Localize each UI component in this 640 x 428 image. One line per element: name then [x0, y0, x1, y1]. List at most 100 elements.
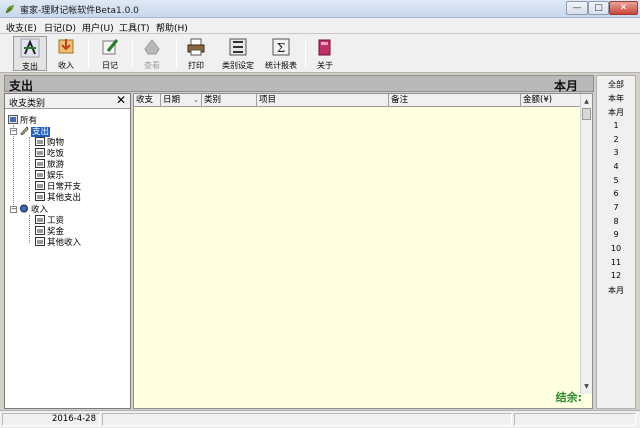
period-month-4[interactable]: 4 [597, 162, 635, 171]
category-item-icon [35, 181, 45, 190]
svg-text:Σ: Σ [277, 41, 285, 55]
period-month-2[interactable]: 2 [597, 135, 635, 144]
tree-item-dining[interactable]: 吃饭 [35, 148, 64, 159]
column-header-item[interactable]: 项目 [257, 94, 389, 107]
tree-item-salary[interactable]: 工资 [35, 215, 64, 226]
income-button[interactable]: 收入 [50, 36, 82, 71]
tree-item-label: 奖金 [47, 227, 65, 237]
print-icon [187, 38, 205, 56]
period-current-month[interactable]: 本月 [597, 285, 635, 296]
period-month-11[interactable]: 11 [597, 258, 635, 267]
period-month-1[interactable]: 1 [597, 121, 635, 130]
tree-item-shopping[interactable]: 购物 [35, 137, 64, 148]
period-month-6[interactable]: 6 [597, 189, 635, 198]
menu-diary[interactable]: 日记(D) [44, 21, 76, 34]
category-item-icon [35, 170, 45, 179]
period-month-9[interactable]: 9 [597, 230, 635, 239]
period-list: 全部 本年 本月 1 2 3 4 5 6 7 8 9 10 11 12 本月 [596, 75, 636, 409]
toolbar: 支出 收入 日记 查看 打印 类别设定 Σ 统计报表 关于 [0, 34, 640, 73]
period-month-12[interactable]: 12 [597, 271, 635, 280]
maximize-button[interactable]: □ [588, 1, 609, 15]
view-button[interactable]: 查看 [136, 36, 168, 71]
column-header-date-label: 日期 [163, 95, 181, 105]
records-table[interactable]: 收支 日期 ⌄ 类别 项目 备注 金额(¥) ▲ ▼ 结余: [133, 93, 593, 409]
scroll-down-arrow-icon[interactable]: ▼ [581, 381, 592, 392]
period-month-8[interactable]: 8 [597, 217, 635, 226]
category-settings-icon [229, 38, 247, 56]
statistics-report-icon: Σ [272, 38, 290, 56]
vertical-scrollbar[interactable]: ▲ ▼ [580, 94, 592, 394]
current-period-title: 本月 [553, 79, 578, 93]
expense-label: 支出 [22, 62, 38, 71]
column-header-note[interactable]: 备注 [389, 94, 521, 107]
diary-button[interactable]: 日记 [94, 36, 126, 71]
period-this-month[interactable]: 本月 [597, 107, 635, 118]
menu-help[interactable]: 帮助(H) [156, 21, 188, 34]
table-header: 收支 日期 ⌄ 类别 项目 备注 金额(¥) [134, 94, 581, 107]
column-header-date[interactable]: 日期 ⌄ [161, 94, 202, 107]
about-label: 关于 [317, 61, 333, 70]
tree-item-label: 日常开支 [47, 182, 82, 192]
category-item-icon [35, 192, 45, 201]
category-settings-button[interactable]: 类别设定 [219, 36, 257, 71]
status-message [102, 413, 512, 426]
tree-connector [29, 215, 30, 243]
balance-label: 结余: [555, 391, 582, 404]
tree-item-label: 其他收入 [47, 238, 82, 248]
tree-item-bonus[interactable]: 奖金 [35, 226, 64, 237]
expense-category-icon [20, 126, 29, 135]
menu-tools[interactable]: 工具(T) [119, 21, 150, 34]
app-leaf-icon [5, 5, 14, 14]
close-panel-icon[interactable]: ✕ [116, 93, 126, 107]
period-month-3[interactable]: 3 [597, 148, 635, 157]
column-header-amount[interactable]: 金额(¥) [521, 94, 581, 107]
column-header-type[interactable]: 收支 [134, 94, 161, 107]
tree-item-travel[interactable]: 旅游 [35, 159, 64, 170]
period-all[interactable]: 全部 [597, 79, 635, 90]
tree-item-other-income[interactable]: 其他收入 [35, 237, 81, 248]
tree-group-income[interactable]: 收入 [19, 204, 48, 215]
tree-item-other-expense[interactable]: 其他支出 [35, 192, 81, 203]
period-month-5[interactable]: 5 [597, 176, 635, 185]
title-bar: 蜜家-理财记帐软件Beta1.0.0 — □ ✕ [0, 0, 640, 18]
toolbar-separator [176, 38, 177, 68]
category-panel-header: 收支类别 ✕ [5, 93, 130, 109]
period-month-10[interactable]: 10 [597, 244, 635, 253]
income-category-icon [20, 204, 28, 213]
toolbar-separator [305, 38, 306, 68]
minimize-button[interactable]: — [566, 1, 588, 15]
scroll-up-arrow-icon[interactable]: ▲ [581, 96, 592, 107]
menu-user[interactable]: 用户(U) [82, 21, 114, 34]
about-icon [318, 39, 331, 56]
collapse-income-toggle[interactable]: − [10, 206, 17, 213]
category-settings-label: 类别设定 [222, 61, 254, 70]
print-label: 打印 [188, 61, 204, 70]
expense-icon [20, 38, 40, 58]
about-button[interactable]: 关于 [309, 36, 341, 71]
collapse-expense-toggle[interactable]: − [10, 128, 17, 135]
close-button[interactable]: ✕ [609, 1, 638, 15]
income-label: 收入 [58, 61, 74, 70]
tree-item-label: 其他支出 [47, 193, 82, 203]
period-month-7[interactable]: 7 [597, 203, 635, 212]
tree-item-entertainment[interactable]: 娱乐 [35, 170, 64, 181]
tree-item-daily-expense[interactable]: 日常开支 [35, 181, 81, 192]
status-bar: 2016-4-28 [0, 410, 640, 428]
section-header: 支出 本月 [4, 75, 594, 93]
sort-chevron-icon: ⌄ [193, 96, 199, 104]
expense-button[interactable]: 支出 [13, 36, 47, 71]
category-item-icon [35, 237, 45, 246]
tree-root-all[interactable]: 所有 [8, 115, 37, 126]
print-button[interactable]: 打印 [180, 36, 212, 71]
column-header-category[interactable]: 类别 [202, 94, 257, 107]
view-label: 查看 [144, 61, 160, 70]
tree-group-expense[interactable]: 支出 [19, 126, 51, 137]
menu-income-expense[interactable]: 收支(E) [6, 21, 37, 34]
category-item-icon [35, 215, 45, 224]
tree-item-label: 娱乐 [47, 171, 65, 181]
period-this-year[interactable]: 本年 [597, 93, 635, 104]
statistics-report-button[interactable]: Σ 统计报表 [262, 36, 300, 71]
scroll-thumb[interactable] [582, 108, 591, 120]
tree-item-label: 工资 [47, 216, 65, 226]
category-item-icon [35, 148, 45, 157]
